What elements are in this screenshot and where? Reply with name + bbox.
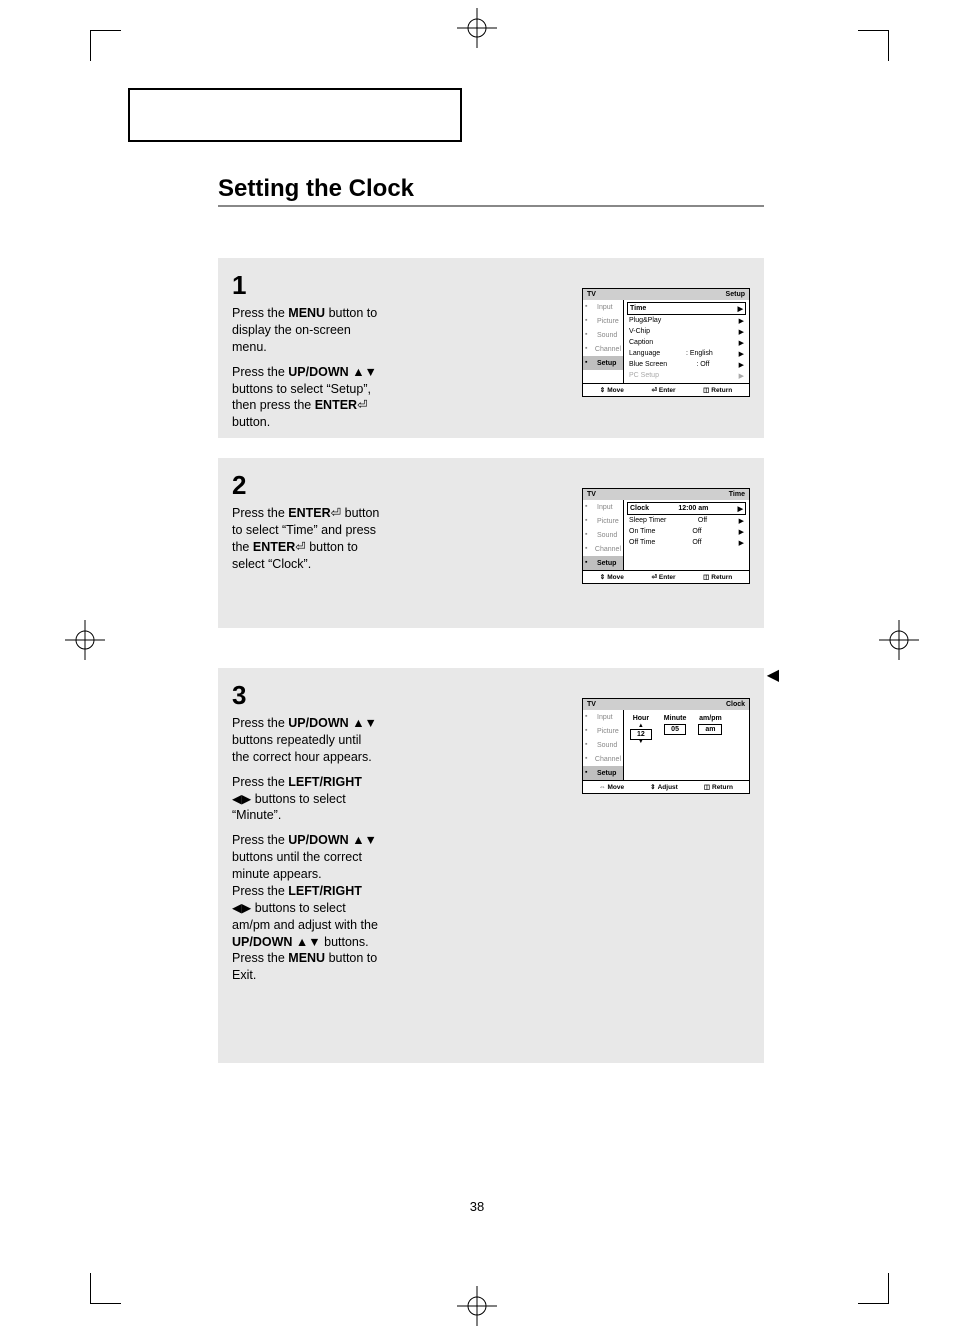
osd-tab-input: ▪Input [583,500,623,514]
osd-tab-setup: ▪Setup [583,356,623,370]
footer-return: ◫ Return [704,783,733,791]
footer-move: ⇕ Move [600,573,624,581]
osd-tab-sound: ▪Sound [583,328,623,342]
osd-tab-channel: ▪Channel [583,542,623,556]
footer-move: ⇕ Move [600,386,624,394]
osd-section: Clock [726,701,745,708]
osd-row: Language: English▶ [627,348,746,359]
osd-section: Setup [726,291,745,298]
osd-clock-cols: Hour▲12▼ Minute05 am/pmam [624,710,749,780]
clock-col-am/pm: am/pmam [698,715,722,745]
osd-row: PC Setup▶ [627,370,746,381]
registration-mark-icon [65,620,105,660]
osd-tab-setup: ▪Setup [583,766,623,780]
crop-mark [858,1273,889,1304]
footer-move: ⇔ Move [599,783,624,791]
osd-tab-channel: ▪Channel [583,342,623,356]
footer-return: ◫ Return [703,386,732,394]
header-box [128,88,462,142]
manual-page: Setting the Clock ◀ 1 Press the MENU but… [0,0,954,1329]
divider [218,205,764,207]
registration-mark-icon [457,8,497,48]
osd-row: Clock12:00 am▶ [627,502,746,515]
page-title: Setting the Clock [218,175,414,203]
osd-clock-menu: TV Clock ▪Input▪Picture▪Sound▪Channel▪Se… [582,698,750,794]
crop-mark [858,30,889,61]
step-text: Press the ENTER⏎ button to select “Time”… [232,505,382,573]
osd-row: Caption▶ [627,337,746,348]
osd-row: Off TimeOff▶ [627,537,746,548]
clock-col-hour: Hour▲12▼ [630,715,652,745]
osd-tab-picture: ▪Picture [583,314,623,328]
osd-tab-sound: ▪Sound [583,528,623,542]
footer-enter: ⏎ Enter [651,573,675,581]
osd-tab-channel: ▪Channel [583,752,623,766]
osd-section: Time [729,491,745,498]
osd-tab-picture: ▪Picture [583,514,623,528]
step-block-3: 3 Press the UP/DOWN ▲▼ buttons repeatedl… [218,668,764,1063]
osd-tab-sound: ▪Sound [583,738,623,752]
footer-adjust: ⇕ Adjust [650,783,678,791]
osd-row: Time▶ [627,302,746,315]
clock-col-minute: Minute05 [664,715,687,745]
registration-mark-icon [879,620,919,660]
osd-tab-input: ▪Input [583,300,623,314]
osd-row: Sleep TimerOff▶ [627,515,746,526]
osd-title: TV [587,491,596,498]
osd-tab-setup: ▪Setup [583,556,623,570]
osd-tab-input: ▪Input [583,710,623,724]
osd-tab-picture: ▪Picture [583,724,623,738]
step-block-2: 2 Press the ENTER⏎ button to select “Tim… [218,458,764,628]
osd-menu-rows: Clock12:00 am▶Sleep TimerOff▶On TimeOff▶… [624,500,749,570]
osd-tabs: ▪Input▪Picture▪Sound▪Channel▪Setup [583,300,624,383]
side-arrow-icon: ◀ [767,665,779,685]
page-number: 38 [470,1199,484,1214]
osd-setup-menu: TV Setup ▪Input▪Picture▪Sound▪Channel▪Se… [582,288,750,397]
osd-menu-rows: Time▶Plug&Play▶V-Chip▶Caption▶Language: … [624,300,749,383]
osd-row: On TimeOff▶ [627,526,746,537]
osd-row: V-Chip▶ [627,326,746,337]
osd-title: TV [587,291,596,298]
crop-mark [90,30,121,61]
step-block-1: 1 Press the MENU button to display the o… [218,258,764,438]
step-text: Press the UP/DOWN ▲▼ buttons repeatedly … [232,715,382,984]
crop-mark [90,1273,121,1304]
osd-time-menu: TV Time ▪Input▪Picture▪Sound▪Channel▪Set… [582,488,750,584]
step-text: Press the MENU button to display the on-… [232,305,382,431]
osd-row: Plug&Play▶ [627,315,746,326]
registration-mark-icon [457,1286,497,1326]
osd-row: Blue Screen: Off▶ [627,359,746,370]
footer-return: ◫ Return [703,573,732,581]
osd-tabs: ▪Input▪Picture▪Sound▪Channel▪Setup [583,710,624,780]
osd-title: TV [587,701,596,708]
osd-tabs: ▪Input▪Picture▪Sound▪Channel▪Setup [583,500,624,570]
footer-enter: ⏎ Enter [651,386,675,394]
